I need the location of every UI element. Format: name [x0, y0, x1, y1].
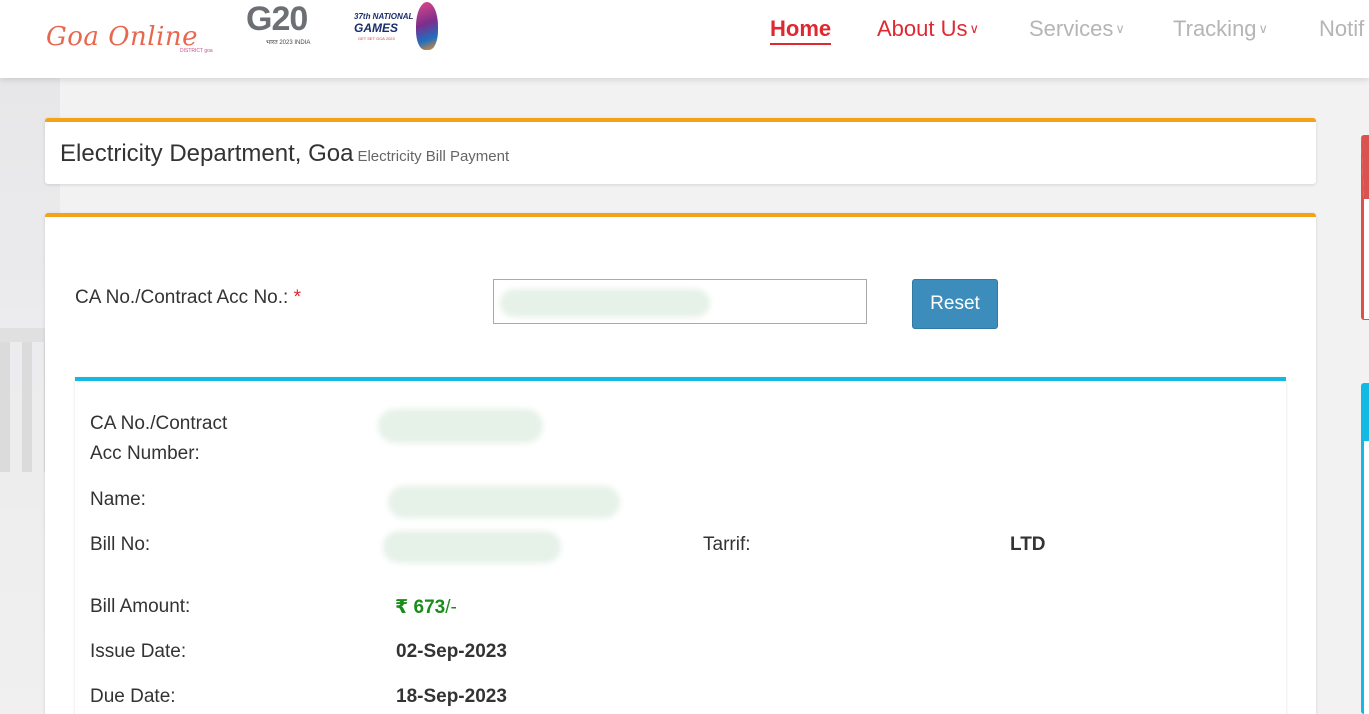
department-title: Electricity Department, Goa — [60, 140, 354, 167]
national-games-mascot-icon — [416, 2, 438, 50]
chevron-down-icon: ∨ — [1258, 21, 1269, 36]
issue-date-value: 02-Sep-2023 — [396, 641, 507, 662]
bill-no-label: Bill No: — [90, 534, 151, 555]
nav-services-label: Services — [1029, 16, 1114, 41]
ca-number-detail-label: CA No./Contract Acc Number: — [90, 409, 227, 469]
redacted-bill-no-value — [383, 531, 561, 563]
nav-tracking[interactable]: Tracking ∨ — [1173, 16, 1268, 42]
tariff-label: Tarrif: — [703, 534, 751, 555]
nav-about-us-label: About Us — [877, 16, 968, 41]
rupee-icon: ₹ — [395, 597, 409, 618]
page-title-card: Electricity Department, Goa Electricity B… — [45, 118, 1316, 184]
national-games-logo: 37th NATIONAL GAMES GET SET GOA 2023 — [346, 2, 441, 50]
required-marker: * — [293, 287, 301, 308]
ca-number-label-text: CA No./Contract Acc No.: — [75, 287, 289, 308]
redacted-ca-number — [500, 289, 710, 317]
nav-services[interactable]: Services ∨ — [1029, 16, 1125, 42]
goa-online-logo[interactable]: Goa Online — [46, 22, 198, 52]
top-navbar: Goa Online DISTRICT goa G20 भारत 2023 IN… — [0, 0, 1369, 78]
ca-number-label: CA No./Contract Acc No.: * — [75, 287, 301, 309]
redacted-ca-number-value — [378, 409, 543, 443]
nav-about-us[interactable]: About Us ∨ — [877, 16, 979, 42]
side-panel-blue — [1361, 383, 1369, 714]
bill-amount-label: Bill Amount: — [90, 596, 191, 617]
page-title: Electricity Department, Goa Electricity B… — [60, 140, 509, 168]
nav-home[interactable]: Home — [770, 16, 832, 45]
page-subtitle: Electricity Bill Payment — [357, 148, 510, 165]
reset-button[interactable]: Reset — [912, 279, 998, 329]
due-date-label: Due Date: — [90, 686, 176, 707]
national-games-line3: GET SET GOA 2023 — [358, 36, 395, 41]
nav-tracking-label: Tracking — [1173, 16, 1257, 41]
nav-notifications[interactable]: Notif — [1319, 16, 1364, 42]
national-games-line2: GAMES — [354, 21, 399, 35]
g20-logo-sub: भारत 2023 INDIA — [266, 40, 311, 46]
due-date-value: 18-Sep-2023 — [396, 686, 507, 707]
side-panel-red — [1361, 135, 1369, 320]
g20-logo: G20 भारत 2023 INDIA — [246, 0, 336, 50]
bill-payment-form-card: CA No./Contract Acc No.: * Reset CA No./… — [45, 213, 1316, 714]
chevron-down-icon: ∨ — [1115, 21, 1125, 36]
tariff-value: LTD — [1010, 534, 1046, 555]
g20-logo-text: G20 — [246, 0, 308, 38]
bill-amount-number: 673 — [413, 597, 446, 618]
ca-number-detail-label-line2: Acc Number: — [90, 443, 200, 464]
bill-details-card: CA No./Contract Acc Number: Name: Bill N… — [75, 377, 1286, 714]
name-label: Name: — [90, 489, 146, 510]
bill-amount-suffix: /- — [445, 597, 457, 618]
bill-amount-value: ₹ 673/- — [395, 596, 457, 619]
chevron-down-icon: ∨ — [969, 21, 980, 36]
ca-number-detail-label-line1: CA No./Contract — [90, 413, 228, 434]
goa-online-logo-sub: DISTRICT goa — [180, 48, 213, 54]
issue-date-label: Issue Date: — [90, 641, 187, 662]
redacted-name-value — [388, 486, 620, 518]
national-games-line1: 37th NATIONAL — [354, 12, 414, 21]
